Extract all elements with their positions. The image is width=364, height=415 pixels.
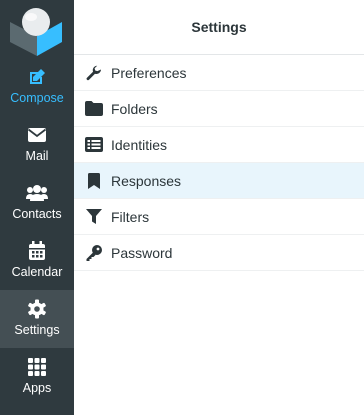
- sidebar-item-label: Contacts: [12, 207, 62, 221]
- settings-panel: Settings Preferences Folders Identities …: [74, 0, 364, 415]
- settings-item-filters[interactable]: Filters: [74, 199, 364, 235]
- sidebar-item-label: Calendar: [11, 265, 63, 279]
- sidebar-item-label: Settings: [14, 323, 60, 337]
- compose-icon: [26, 66, 48, 88]
- settings-item-responses[interactable]: Responses: [74, 163, 364, 199]
- folder-icon: [84, 100, 103, 118]
- settings-item-label: Identities: [111, 136, 168, 153]
- settings-item-folders[interactable]: Folders: [74, 91, 364, 127]
- sidebar-item-label: Compose: [10, 91, 64, 105]
- sidebar-item-label: Mail: [25, 149, 49, 163]
- settings-item-label: Responses: [111, 172, 182, 189]
- settings-item-label: Folders: [111, 100, 158, 117]
- sidebar-item-apps[interactable]: Apps: [0, 348, 74, 406]
- sidebar-item-mail[interactable]: Mail: [0, 116, 74, 174]
- settings-item-identities[interactable]: Identities: [74, 127, 364, 163]
- sidebar-item-compose[interactable]: Compose: [0, 58, 74, 116]
- users-icon: [26, 182, 48, 204]
- id-list-icon: [84, 136, 103, 154]
- settings-item-label: Preferences: [111, 64, 187, 81]
- wrench-icon: [84, 64, 103, 82]
- gear-icon: [26, 298, 48, 320]
- sidebar-item-settings[interactable]: Settings: [0, 290, 74, 348]
- settings-item-label: Password: [111, 244, 173, 261]
- settings-item-label: Filters: [111, 208, 150, 225]
- settings-item-preferences[interactable]: Preferences: [74, 55, 364, 91]
- sidebar-item-label: Apps: [22, 381, 52, 395]
- sidebar: Compose Mail Contacts Calendar Settings …: [0, 0, 74, 415]
- sidebar-item-calendar[interactable]: Calendar: [0, 232, 74, 290]
- page-title: Settings: [74, 0, 364, 55]
- grid-icon: [26, 356, 48, 378]
- envelope-icon: [26, 124, 48, 146]
- filter-icon: [84, 208, 103, 226]
- roundcube-logo-icon[interactable]: [0, 0, 74, 58]
- calendar-icon: [26, 240, 48, 262]
- bookmark-icon: [84, 172, 103, 190]
- settings-item-password[interactable]: Password: [74, 235, 364, 271]
- key-icon: [84, 244, 103, 262]
- sidebar-item-contacts[interactable]: Contacts: [0, 174, 74, 232]
